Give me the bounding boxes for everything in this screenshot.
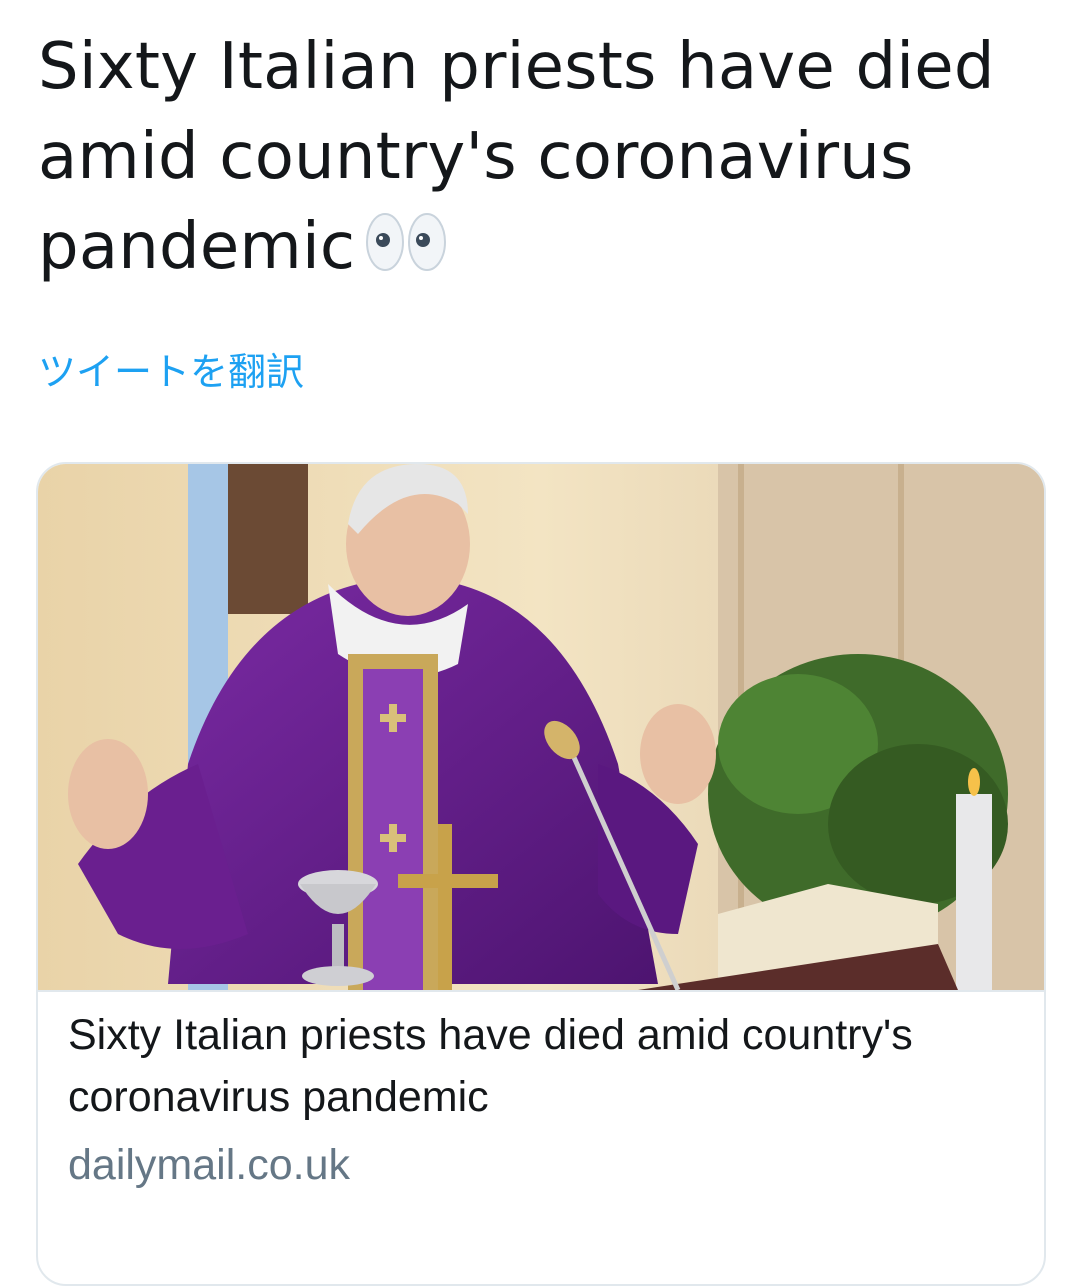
link-card[interactable]: Sixty Italian priests have died amid cou… [36,462,1046,1286]
card-domain: dailymail.co.uk [68,1141,350,1189]
card-title: Sixty Italian priests have died amid cou… [68,1011,913,1121]
tweet-text-content: Sixty Italian priests have died amid cou… [38,30,995,284]
card-photo [38,464,1044,990]
card-image[interactable] [38,464,1044,992]
translate-tweet-link[interactable]: ツイートを翻訳 [38,345,304,399]
eyes-icon [366,213,447,271]
tweet-text: Sixty Italian priests have died amid cou… [38,22,1048,292]
card-body[interactable]: Sixty Italian priests have died amid cou… [68,1004,1008,1196]
